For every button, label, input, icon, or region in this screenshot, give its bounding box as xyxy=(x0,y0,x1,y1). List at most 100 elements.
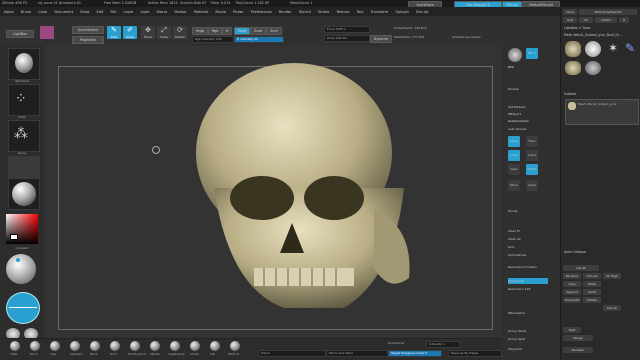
clear-fx-button[interactable]: Clear Fx xyxy=(508,228,548,234)
matcap-sphere[interactable] xyxy=(6,254,36,284)
quick-sketch-swatch[interactable] xyxy=(40,26,54,39)
frame-button[interactable]: Frame xyxy=(526,164,538,175)
restnewmesh-button[interactable]: RestNewMesh xyxy=(508,118,548,124)
insert-button[interactable]: Insert xyxy=(583,289,601,295)
polish-slider[interactable]: Polish xyxy=(258,350,326,357)
star-thumb[interactable]: ✶ xyxy=(605,41,621,57)
menu-light[interactable]: Light xyxy=(137,10,153,14)
zadd-button[interactable]: Zadd xyxy=(234,27,250,35)
mirror-weld-button[interactable]: Mirror and Weld xyxy=(326,350,388,357)
menu-movie[interactable]: Movie xyxy=(212,10,230,14)
list-all-button[interactable]: List All xyxy=(563,265,599,271)
mesh-thumb[interactable] xyxy=(565,61,581,75)
scale-button[interactable]: ⤢ Scale xyxy=(157,26,171,39)
clip-brush-icon[interactable] xyxy=(210,341,220,351)
copy-button[interactable]: Copy xyxy=(563,281,581,287)
menu-stencil[interactable]: Stencil xyxy=(295,10,314,14)
r-button[interactable]: R xyxy=(619,17,629,23)
menu-edit[interactable]: Edit xyxy=(93,10,107,14)
menu-texture[interactable]: Texture xyxy=(333,10,353,14)
focal-shift-slider[interactable]: Focal Shift 0 xyxy=(324,26,370,33)
claybuildup-brush-icon[interactable] xyxy=(170,341,180,351)
double-button[interactable]: Double xyxy=(508,86,548,92)
brush-tile[interactable] xyxy=(8,48,40,80)
rename-button[interactable]: Rename xyxy=(563,273,581,279)
menu-zplugin[interactable]: Zplugin xyxy=(392,10,413,14)
reconstruct-subdiv-button[interactable]: Reconstruct Subdiv xyxy=(508,264,548,270)
pmspect-button[interactable]: PMSpect xyxy=(508,111,548,117)
menu-render[interactable]: Render xyxy=(275,10,295,14)
sphere-thumb[interactable] xyxy=(585,41,601,57)
menu-material[interactable]: Material xyxy=(190,10,212,14)
all-high-button[interactable]: All High xyxy=(603,273,621,279)
polypaint-button[interactable]: Polypaint xyxy=(508,346,548,352)
stroke-brush-icon[interactable] xyxy=(190,341,200,351)
menu-macro[interactable]: Macro xyxy=(153,10,171,14)
menu-document[interactable]: Document xyxy=(51,10,77,14)
standard-brush-icon-2[interactable] xyxy=(70,341,80,351)
trimdynamic-brush-icon[interactable] xyxy=(130,341,140,351)
auto-groups-button[interactable]: Auto Groups xyxy=(508,126,548,132)
zcut-button[interactable]: Zcut xyxy=(266,27,282,35)
copy-mat-label[interactable]: BPR xyxy=(508,64,548,70)
duplicate-button[interactable]: Duplicate xyxy=(563,297,581,303)
clear-all-button[interactable]: Clear All xyxy=(508,236,548,242)
pinch-brush-icon[interactable] xyxy=(30,341,40,351)
mahcut-brush-icon[interactable] xyxy=(230,341,240,351)
append-button[interactable]: Append xyxy=(563,289,581,295)
move-view-button[interactable]: Move xyxy=(508,180,520,191)
skull-thumb[interactable] xyxy=(565,41,581,57)
stroke-tile[interactable]: ⁘ xyxy=(8,84,40,116)
target-polygons-slider[interactable]: Target Polygons Count 5 xyxy=(388,350,442,357)
set-modeler-button[interactable]: Set Modeler xyxy=(508,104,548,110)
bpr-render-icon[interactable] xyxy=(508,48,522,62)
menu-alpha[interactable]: Alpha xyxy=(0,10,17,14)
mrgb-button[interactable]: Mrgb xyxy=(192,27,208,35)
menu-file[interactable]: File xyxy=(107,10,120,14)
m-button[interactable]: M xyxy=(222,27,232,35)
lsym-button[interactable]: L.Sym xyxy=(526,150,538,161)
divide-button[interactable]: Divide xyxy=(508,208,548,214)
floor-button[interactable]: Floor xyxy=(526,136,538,147)
clone-button[interactable]: Clone xyxy=(563,9,577,15)
menu-color[interactable]: Color xyxy=(35,10,51,14)
symmetrize-button[interactable]: Symmetrize xyxy=(508,252,548,258)
skull-model[interactable] xyxy=(174,58,434,348)
scale-view-button[interactable]: Scale xyxy=(526,180,538,191)
visible-button[interactable]: Visible xyxy=(595,17,617,23)
dynamesh-button[interactable]: Dynamesh xyxy=(508,278,548,284)
persp-button[interactable]: Persp xyxy=(508,136,520,147)
alpha-tile[interactable]: ⁂ xyxy=(8,120,40,152)
group-panel-button[interactable]: Group Panel xyxy=(508,328,548,334)
gxyz-button[interactable]: Gxyz xyxy=(508,164,520,175)
menu-transform[interactable]: Transform xyxy=(367,10,392,14)
zremesher-button[interactable]: ZRemesher xyxy=(508,310,548,316)
menu-stroke[interactable]: Stroke xyxy=(314,10,332,14)
quicksketch-button[interactable]: QuickSketch xyxy=(72,26,104,34)
menu-brush[interactable]: Brush xyxy=(17,10,34,14)
all-low-button[interactable]: All Low xyxy=(583,273,601,279)
transpose-gizmo-icon[interactable] xyxy=(6,292,40,324)
delete-button[interactable]: Delete xyxy=(583,297,601,303)
subtool-header[interactable]: Subtool xyxy=(564,91,576,97)
z-intensity-slider[interactable]: Z Intensity 25 xyxy=(234,36,284,43)
rotate-button[interactable]: ⟳ Rotate xyxy=(173,26,187,39)
del-all-button[interactable]: Del All xyxy=(603,305,621,311)
edit-button[interactable]: ✎ Edit xyxy=(107,26,121,39)
material-tile[interactable] xyxy=(8,178,40,210)
color-picker[interactable] xyxy=(6,214,38,244)
remesh-button[interactable]: Remesh xyxy=(563,347,593,353)
clay-brush-icon[interactable] xyxy=(50,341,60,351)
projection-button[interactable]: Projection xyxy=(72,36,104,44)
menu-tool[interactable]: Tool xyxy=(353,10,367,14)
spix-button[interactable]: SPix 3 xyxy=(526,48,538,59)
rgb-intensity-slider[interactable]: Rgb Intensity 100 xyxy=(192,36,234,43)
rgb-button[interactable]: Rgb xyxy=(208,27,222,35)
move-brush-icon[interactable] xyxy=(90,341,100,351)
goz-button[interactable]: GoZ xyxy=(563,17,577,23)
make-polymesh-button[interactable]: Make PolyMesh3D xyxy=(579,9,637,15)
split-button[interactable]: Split xyxy=(563,327,581,333)
accucurve-button[interactable]: AccuCurve xyxy=(388,341,404,345)
zsub-button[interactable]: Zsub xyxy=(250,27,266,35)
hpolish-brush-icon[interactable] xyxy=(150,341,160,351)
